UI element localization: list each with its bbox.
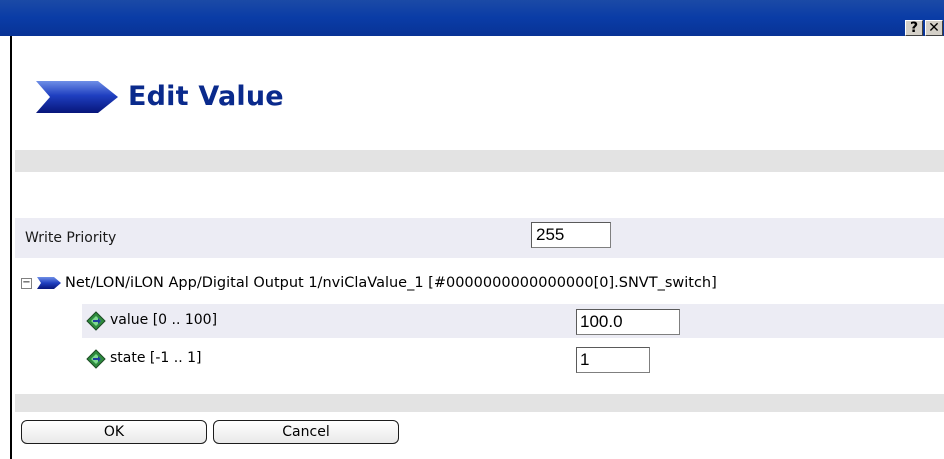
page-title: Edit Value: [128, 81, 284, 112]
property-row-state: state [-1 .. 1]: [82, 342, 944, 376]
diamond-icon: [86, 349, 106, 369]
window-title-bar: ? ✕: [0, 0, 944, 36]
write-priority-label: Write Priority: [25, 230, 117, 246]
diamond-icon: [86, 311, 106, 331]
collapse-toggle[interactable]: −: [21, 278, 32, 289]
ok-button[interactable]: OK: [21, 420, 207, 444]
tree-node-label: Net/LON/iLON App/Digital Output 1/nviCla…: [65, 275, 717, 291]
help-button[interactable]: ?: [905, 20, 923, 36]
separator-band: [15, 150, 944, 172]
write-priority-row: Write Priority: [15, 218, 944, 258]
dialog-content: Edit Value Write Priority − Net/LON/iLON…: [12, 36, 944, 459]
separator-band: [15, 394, 944, 412]
datapoint-arrow-icon: [37, 277, 61, 289]
state-field-label: state [-1 .. 1]: [110, 350, 202, 366]
cancel-button[interactable]: Cancel: [213, 420, 399, 444]
property-row-value: value [0 .. 100]: [82, 304, 944, 338]
write-priority-input[interactable]: [531, 222, 611, 248]
value-field-input[interactable]: [576, 309, 680, 335]
close-button[interactable]: ✕: [925, 20, 943, 36]
state-field-input[interactable]: [576, 347, 650, 373]
value-field-label: value [0 .. 100]: [110, 312, 218, 328]
header-arrow-icon: [36, 81, 118, 113]
